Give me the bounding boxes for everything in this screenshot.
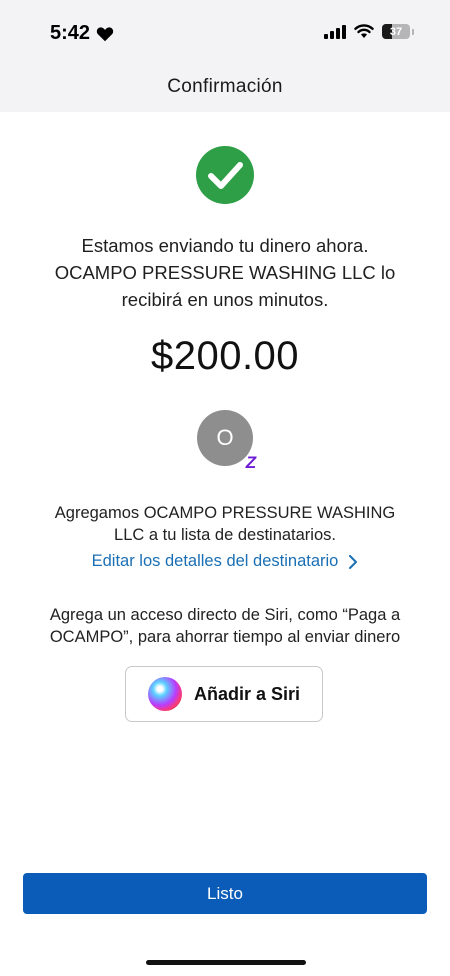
home-indicator[interactable] (146, 960, 306, 965)
siri-description: Agrega un acceso directo de Siri, como “… (49, 606, 401, 646)
status-time: 5:42 (50, 22, 114, 45)
status-icons: 37 (324, 24, 414, 39)
avatar-initial: O (216, 425, 234, 450)
amount-sent: $200.00 (150, 334, 300, 378)
confirmation-message: Estamos enviando tu dinero ahora. OCAMPO… (54, 235, 396, 310)
done-label: Listo (207, 883, 243, 903)
edit-recipient-link[interactable]: Editar los detalles del destinatario (0, 552, 450, 571)
nav-bar: Confirmación (0, 62, 450, 112)
signal-icon (324, 24, 346, 39)
battery-tip (412, 28, 414, 35)
siri-icon (147, 677, 182, 711)
time-text: 5:42 (50, 22, 91, 44)
add-to-siri-button[interactable]: Añadir a Siri (125, 666, 323, 722)
heart-icon (96, 26, 114, 41)
status-bar: 5:42 37 (0, 0, 450, 62)
wifi-icon (354, 24, 374, 38)
zelle-badge-letter: Z (245, 453, 257, 472)
zelle-icon: Z (241, 452, 261, 474)
chevron-right-icon (349, 554, 358, 569)
done-button[interactable]: Listo (23, 873, 427, 914)
page-title: Confirmación (167, 76, 283, 97)
check-circle-icon (196, 146, 254, 204)
edit-recipient-label[interactable]: Editar los detalles del destinatario (92, 552, 339, 571)
battery-icon: 37 (382, 24, 410, 39)
recipient-added-text: Agregamos OCAMPO PRESSURE WASHING LLC a … (54, 504, 396, 544)
battery-level: 37 (389, 25, 403, 38)
add-to-siri-label: Añadir a Siri (193, 683, 301, 704)
